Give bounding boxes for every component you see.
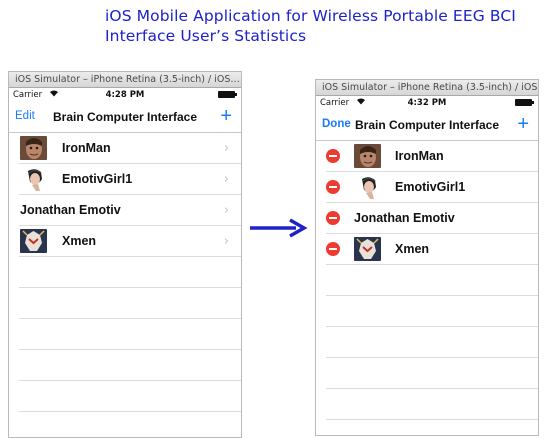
empty-row (19, 288, 241, 319)
chevron-right-icon: › (223, 203, 229, 218)
row-name: EmotivGirl1 (62, 172, 133, 186)
row-name: Jonathan Emotiv (354, 211, 455, 225)
chevron-right-icon: › (223, 172, 229, 187)
navigation-bar: Edit Brain Computer Interface + (9, 102, 241, 133)
status-bar: Carrier 4:32 PM (316, 96, 538, 110)
delete-minus-icon[interactable] (326, 242, 340, 256)
simulator-window-after: iOS Simulator – iPhone Retina (3.5-inch)… (315, 79, 539, 436)
page-title-line-1: iOS Mobile Application for Wireless Port… (105, 7, 516, 25)
empty-row (326, 358, 538, 389)
empty-row (19, 257, 241, 288)
empty-row (19, 319, 241, 350)
add-button[interactable]: + (220, 104, 232, 128)
row-name: Xmen (62, 234, 97, 248)
empty-row (326, 327, 538, 358)
simulator-window-before: iOS Simulator – iPhone Retina (3.5-inch)… (8, 71, 242, 438)
xmen-avatar-icon (354, 237, 381, 261)
table-row-xmen: Xmen (326, 234, 538, 265)
table-row-jonathan-emotiv: Jonathan Emotiv (326, 203, 538, 234)
simulator-title-bar[interactable]: iOS Simulator – iPhone Retina (3.5-inch)… (9, 72, 241, 88)
empty-row (19, 381, 241, 412)
ironman-avatar-icon (20, 136, 47, 160)
table-row-ironman: IronMan (326, 141, 538, 172)
battery-icon (218, 91, 237, 98)
table-row-emotivgirl1[interactable]: EmotivGirl1 › (19, 164, 241, 195)
delete-minus-icon[interactable] (326, 149, 340, 163)
page-title-line-2: Interface User’s Statistics (105, 27, 307, 45)
delete-minus-icon[interactable] (326, 211, 340, 225)
chevron-right-icon: › (223, 141, 229, 156)
table-row-xmen[interactable]: Xmen › (19, 226, 241, 257)
page-title: iOS Mobile Application for Wireless Port… (105, 6, 516, 46)
row-name: IronMan (395, 149, 444, 163)
nav-title: Brain Computer Interface (52, 110, 198, 124)
row-name: Xmen (395, 242, 430, 256)
empty-row (326, 389, 538, 420)
row-name: Jonathan Emotiv (20, 203, 121, 217)
status-time: 4:28 PM (105, 90, 145, 100)
status-bar: Carrier 4:28 PM (9, 88, 241, 102)
status-time: 4:32 PM (407, 98, 447, 108)
nav-title: Brain Computer Interface (354, 118, 500, 132)
empty-row (326, 296, 538, 327)
row-name: EmotivGirl1 (395, 180, 466, 194)
ironman-avatar-icon (354, 144, 381, 168)
add-button[interactable]: + (517, 112, 529, 136)
empty-row (326, 420, 538, 435)
chevron-right-icon: › (223, 234, 229, 249)
row-name: IronMan (62, 141, 111, 155)
empty-row (19, 412, 241, 437)
empty-row (19, 350, 241, 381)
table-row-jonathan-emotiv[interactable]: Jonathan Emotiv › (19, 195, 241, 226)
battery-icon (515, 99, 534, 106)
empty-row (326, 265, 538, 296)
simulator-title-bar[interactable]: iOS Simulator – iPhone Retina (3.5-inch)… (316, 80, 538, 96)
xmen-avatar-icon (20, 229, 47, 253)
navigation-bar: Done Brain Computer Interface + (316, 110, 538, 141)
emotiv-headset-avatar-icon (354, 175, 381, 199)
table-row-emotivgirl1: EmotivGirl1 (326, 172, 538, 203)
right-arrow-icon (250, 218, 308, 243)
delete-minus-icon[interactable] (326, 180, 340, 194)
table-row-ironman[interactable]: IronMan › (19, 133, 241, 164)
emotiv-headset-avatar-icon (20, 167, 47, 191)
